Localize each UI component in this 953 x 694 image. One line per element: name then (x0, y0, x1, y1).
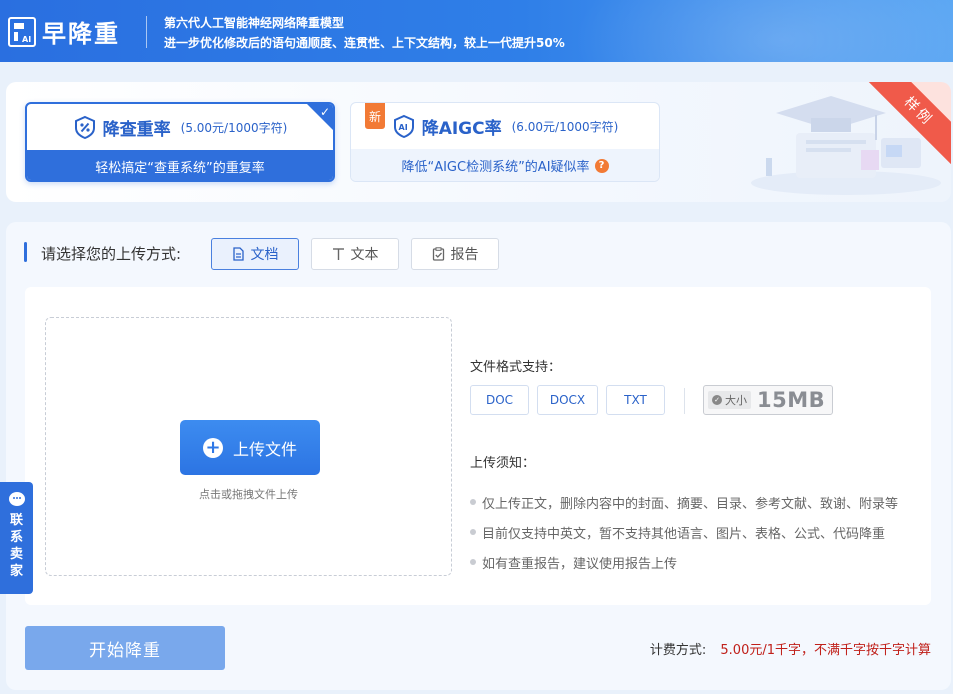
mode-panel: 降查重率 (5.00元/1000字符) 轻松搞定“查重系统”的重复率 ✓ 新 A… (6, 82, 951, 202)
logo-icon: AI (8, 17, 36, 47)
tab-label: 报告 (450, 247, 479, 263)
list-item: 如有查重报告，建议使用报告上传 (470, 547, 898, 577)
mode-card-reduce-aigc[interactable]: 新 AI 降AIGC率 (6.00元/1000字符) 降低“AIGC检测系统”的… (350, 102, 660, 182)
mode-price: (5.00元/1000字符) (180, 120, 288, 135)
notice-text: 仅上传正文，删除内容中的封面、摘要、目录、参考文献、致谢、附录等 (482, 496, 899, 512)
tab-document[interactable]: 文档 (211, 238, 299, 270)
notice-label: 上传须知： (470, 456, 536, 471)
check-circle-icon: ✓ (712, 395, 722, 405)
mode-card-reduce-duplicate[interactable]: 降查重率 (5.00元/1000字符) 轻松搞定“查重系统”的重复率 ✓ (25, 102, 335, 182)
list-item: 目前仅支持中英文，暂不支持其他语言、图片、表格、公式、代码降重 (470, 517, 898, 547)
slogan-line2: 进一步优化修改后的语句通顺度、连贯性、上下文结构，较上一代提升50% (164, 36, 565, 50)
size-limit-value: 15MB (757, 388, 826, 412)
format-divider (684, 388, 685, 414)
plus-icon: + (202, 437, 223, 458)
logo-text: 早降重 (42, 20, 120, 48)
document-icon (232, 247, 244, 261)
upload-panel: 请选择您的上传方式: 文档 文本 报告 + 上传文件 点击或拖拽文件上传 文件格… (6, 222, 951, 690)
ai-shield-icon: AI (393, 114, 414, 138)
bullet-icon (470, 499, 476, 505)
notice-list: 仅上传正文，删除内容中的封面、摘要、目录、参考文献、致谢、附录等 目前仅支持中英… (470, 487, 898, 577)
contact-seller-label: 联系卖家 (9, 513, 23, 579)
billing-label: 计费方式: (649, 643, 707, 658)
notice-text: 如有查重报告，建议使用报告上传 (482, 556, 678, 572)
tab-report[interactable]: 报告 (411, 238, 499, 270)
svg-text:AI: AI (22, 35, 31, 44)
format-tag-doc: DOC (470, 385, 529, 415)
header-divider (146, 16, 147, 48)
bullet-icon (470, 529, 476, 535)
tab-text[interactable]: 文本 (311, 238, 399, 270)
mode-desc: 降低“AIGC检测系统”的AI疑似率 (401, 160, 590, 175)
chat-icon (8, 492, 25, 506)
upload-file-button[interactable]: + 上传文件 (180, 420, 320, 475)
title-accent-bar (24, 242, 27, 262)
check-icon: ✓ (319, 105, 330, 119)
upload-button-label: 上传文件 (232, 439, 297, 459)
billing-info: 计费方式: 5.00元/1千字，不满千字按千字计算 (650, 639, 931, 658)
bullet-icon (470, 559, 476, 565)
tab-label: 文档 (250, 247, 279, 263)
billing-value: 5.00元/1千字，不满千字按千字计算 (720, 643, 931, 658)
new-badge: 新 (365, 103, 385, 129)
svg-text:AI: AI (398, 123, 407, 132)
upload-content-area: + 上传文件 点击或拖拽文件上传 文件格式支持： DOC DOCX TXT ✓ … (25, 287, 931, 605)
list-item: 仅上传正文，删除内容中的封面、摘要、目录、参考文献、致谢、附录等 (470, 487, 898, 517)
drop-hint: 点击或拖拽文件上传 (199, 488, 298, 501)
mode-desc-row: 降低“AIGC检测系统”的AI疑似率 ? (351, 149, 659, 181)
format-label: 文件格式支持： (470, 360, 562, 375)
report-icon (432, 247, 444, 261)
start-reduce-button[interactable]: 开始降重 (25, 626, 225, 670)
contact-seller-tab[interactable]: 联系卖家 (0, 482, 33, 594)
format-tag-txt: TXT (606, 385, 665, 415)
mode-title: 降查重率 (102, 119, 171, 140)
mode-desc: 轻松搞定“查重系统”的重复率 (27, 150, 333, 180)
format-tag-docx: DOCX (537, 385, 598, 415)
upload-method-label: 请选择您的上传方式: (41, 245, 182, 263)
header-banner: AI 早降重 第六代人工智能神经网络降重模型 进一步优化修改后的语句通顺度、连贯… (0, 0, 953, 62)
slogan-line1: 第六代人工智能神经网络降重模型 (164, 16, 345, 30)
file-dropzone[interactable]: + 上传文件 点击或拖拽文件上传 (45, 317, 452, 576)
notice-text: 目前仅支持中英文，暂不支持其他语言、图片、表格、公式、代码降重 (482, 526, 886, 542)
mode-title: 降AIGC率 (421, 118, 502, 139)
size-limit-box: ✓ 大小 15MB (703, 385, 833, 415)
mode-price: (6.00元/1000字符) (511, 119, 619, 134)
percent-shield-icon (74, 115, 95, 139)
text-icon (332, 248, 344, 260)
size-tag: ✓ 大小 (708, 391, 751, 409)
size-tag-label: 大小 (725, 394, 747, 407)
tab-label: 文本 (350, 247, 379, 263)
help-icon[interactable]: ? (594, 158, 609, 173)
